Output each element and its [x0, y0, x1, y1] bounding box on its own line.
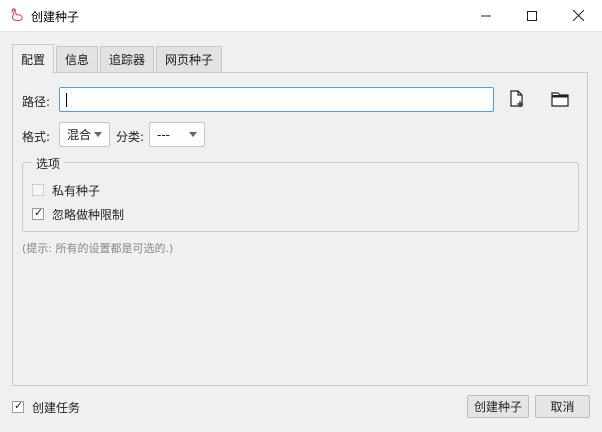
close-button[interactable]	[555, 0, 601, 31]
check-icon: ✓	[14, 399, 24, 412]
tab-config[interactable]: 配置	[12, 44, 54, 73]
tab-info[interactable]: 信息	[56, 46, 98, 72]
hint-text: (提示: 所有的设置都是可选的.)	[22, 242, 174, 255]
format-value: 混合	[67, 128, 92, 142]
text-caret	[66, 93, 67, 107]
maximize-icon	[527, 10, 537, 21]
path-label: 路径:	[22, 95, 51, 109]
browse-folder-button[interactable]	[549, 88, 571, 110]
minimize-button[interactable]	[463, 0, 509, 31]
format-select[interactable]: 混合	[59, 122, 110, 147]
create-torrent-button[interactable]: 创建种子	[467, 395, 529, 418]
private-torrent-checkbox[interactable]	[32, 184, 44, 196]
minimize-icon	[481, 15, 491, 16]
create-task-checkbox[interactable]: ✓	[12, 399, 24, 413]
category-select[interactable]: ---	[149, 122, 205, 147]
ignore-seed-limit-label: 忽略做种限制	[52, 208, 125, 222]
window-title: 创建种子	[31, 10, 80, 24]
title-bar: 创建种子	[0, 0, 602, 32]
path-input[interactable]	[59, 87, 494, 112]
check-icon: ✓	[34, 206, 44, 219]
folder-icon	[551, 92, 569, 107]
chevron-down-icon	[189, 132, 197, 137]
create-task-label: 创建任务	[32, 401, 81, 415]
tab-web-seeds[interactable]: 网页种子	[156, 46, 222, 72]
ignore-seed-limit-checkbox[interactable]: ✓	[32, 206, 44, 220]
cancel-button[interactable]: 取消	[535, 395, 590, 418]
category-value: ---	[157, 127, 170, 142]
goose-icon	[11, 8, 23, 21]
tab-trackers[interactable]: 追踪器	[100, 46, 154, 72]
category-label: 分类:	[116, 130, 145, 144]
maximize-button[interactable]	[509, 0, 555, 31]
format-label: 格式:	[22, 130, 51, 144]
close-icon	[572, 10, 584, 21]
options-group-title: 选项	[32, 155, 65, 172]
private-torrent-label: 私有种子	[52, 184, 101, 198]
new-file-icon	[510, 90, 523, 107]
chevron-down-icon	[94, 132, 102, 137]
new-file-button[interactable]	[506, 88, 528, 110]
